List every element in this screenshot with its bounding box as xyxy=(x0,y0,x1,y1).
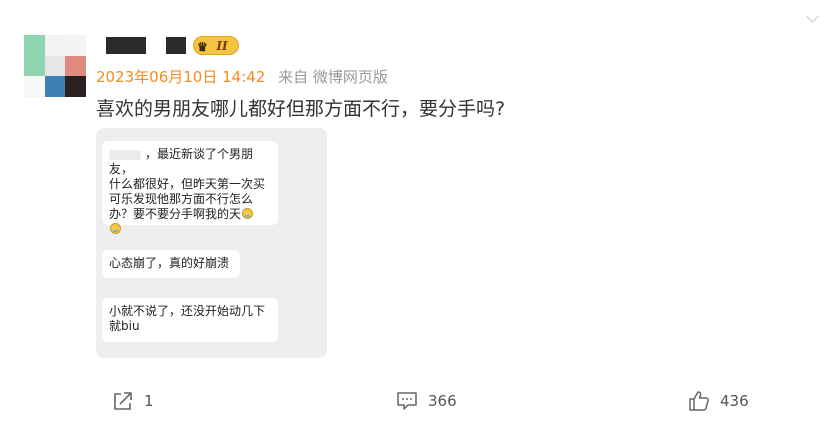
like-count: 436 xyxy=(720,392,749,410)
avatar-pixel xyxy=(65,76,86,97)
chat-bubble: 小就不说了，还没开始动几下 就biu xyxy=(102,298,278,342)
chat-line: 小就不说了，还没开始动几下 xyxy=(109,304,266,318)
avatar-pixel xyxy=(45,35,66,56)
username-redacted[interactable] xyxy=(166,37,186,54)
share-icon xyxy=(114,392,132,410)
share-count: 1 xyxy=(144,392,154,410)
post-source: 来自 微博网页版 xyxy=(278,68,388,86)
avatar[interactable] xyxy=(24,35,86,97)
badge-label: II xyxy=(216,39,228,53)
chat-line: 什么都很好，但昨天第一次买 xyxy=(109,177,266,191)
chat-line: 心态崩了，真的好崩溃 xyxy=(109,256,230,270)
comment-button[interactable]: 366 xyxy=(396,389,457,413)
avatar-pixel xyxy=(24,56,45,77)
chat-line: 就biu xyxy=(109,319,140,333)
avatar-pixel xyxy=(24,35,45,56)
like-button[interactable]: 436 xyxy=(688,389,749,413)
chat-line: 办？要不要分手啊我的天 xyxy=(109,207,242,221)
crying-emoji-icon xyxy=(242,208,254,219)
crown-icon: ♛ xyxy=(197,40,208,54)
avatar-pixel xyxy=(45,56,66,77)
post-text: 喜欢的男朋友哪儿都好但那方面不行，要分手吗? xyxy=(96,98,506,120)
avatar-pixel xyxy=(24,76,45,97)
avatar-pixel xyxy=(65,56,86,77)
redacted-name xyxy=(109,149,141,160)
comment-count: 366 xyxy=(428,392,457,410)
like-icon xyxy=(689,391,709,411)
member-badge[interactable]: ♛ II xyxy=(193,36,239,55)
post-meta: 2023年06月10日 14:42 来自 微博网页版 xyxy=(96,66,388,87)
more-chevron-down-icon[interactable] xyxy=(806,10,819,23)
chat-line: 可乐发现他那方面不行怎么 xyxy=(109,192,254,206)
post-timestamp[interactable]: 2023年06月10日 14:42 xyxy=(96,68,265,86)
comment-icon xyxy=(397,392,417,410)
avatar-pixel xyxy=(45,76,66,97)
chat-bubble: 心态崩了，真的好崩溃 xyxy=(102,250,240,278)
crying-emoji-icon xyxy=(110,223,121,234)
username-redacted[interactable] xyxy=(106,37,146,54)
chat-bubble: ，最近新谈了个男朋友， 什么都很好，但昨天第一次买 可乐发现他那方面不行怎么 办… xyxy=(102,141,278,234)
avatar-pixel xyxy=(65,35,86,56)
share-button[interactable]: 1 xyxy=(112,389,154,413)
attached-chat-image[interactable]: ，最近新谈了个男朋友， 什么都很好，但昨天第一次买 可乐发现他那方面不行怎么 办… xyxy=(96,128,327,358)
